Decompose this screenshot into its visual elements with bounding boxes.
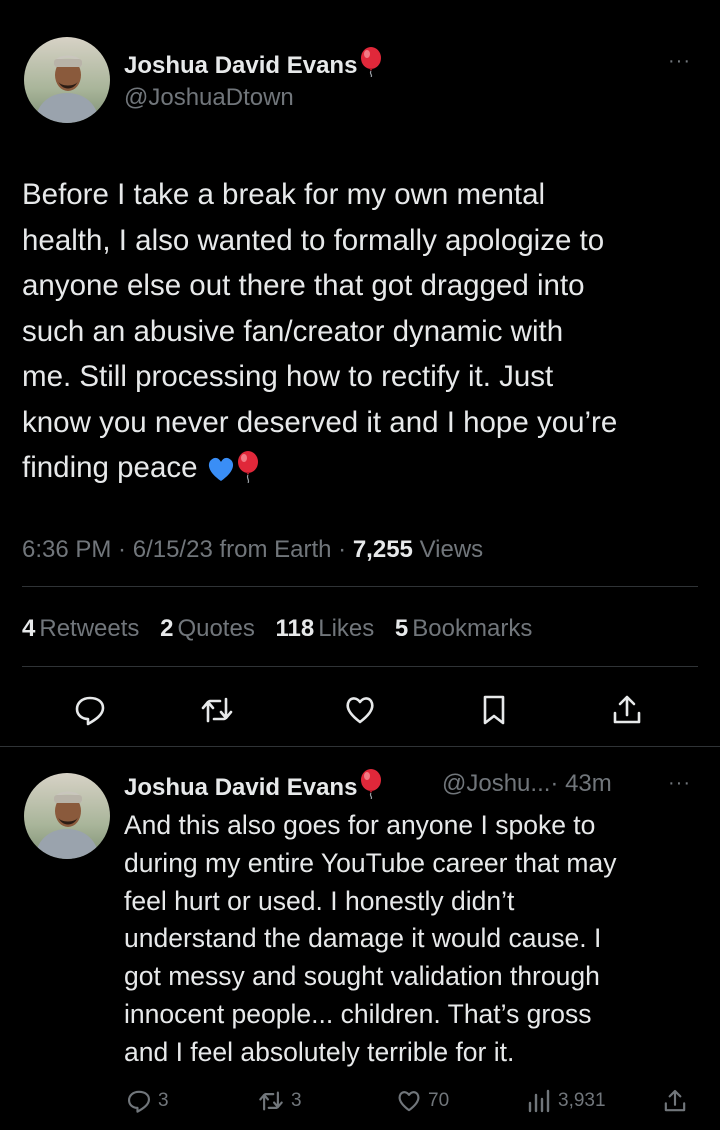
retweets-stat[interactable]: 4 Retweets bbox=[22, 615, 139, 642]
author-name[interactable]: Joshua David Evans bbox=[124, 47, 383, 84]
quotes-stat[interactable]: 2 Quotes bbox=[160, 615, 255, 642]
tweet-date[interactable]: 6/15/23 bbox=[133, 536, 213, 563]
views-label: Views bbox=[419, 536, 484, 563]
author-avatar[interactable] bbox=[24, 37, 110, 123]
share-icon bbox=[610, 693, 644, 727]
reply-author-name[interactable]: Joshua David Evans bbox=[124, 769, 383, 806]
views-count: 7,255 bbox=[352, 536, 413, 563]
views-count: 3,931 bbox=[558, 1090, 606, 1111]
divider bbox=[0, 746, 720, 747]
reply-count: 3 bbox=[158, 1090, 169, 1111]
likes-stat[interactable]: 118 Likes bbox=[276, 615, 375, 642]
retweet-icon bbox=[200, 693, 234, 727]
like-icon bbox=[343, 693, 377, 727]
divider bbox=[22, 586, 698, 587]
like-button[interactable]: 70 bbox=[396, 1086, 449, 1116]
blue-heart-emoji-icon bbox=[206, 451, 236, 497]
divider bbox=[22, 666, 698, 667]
more-options-button[interactable]: ··· bbox=[668, 50, 691, 73]
author-handle[interactable]: @JoshuaDtown bbox=[124, 84, 294, 112]
more-options-button[interactable]: ··· bbox=[668, 772, 691, 795]
share-icon bbox=[662, 1088, 694, 1114]
balloon-emoji-icon bbox=[236, 451, 260, 497]
retweet-button[interactable]: 3 bbox=[257, 1086, 302, 1116]
reply-text: And this also goes for anyone I spoke to… bbox=[124, 810, 617, 1067]
reply-tweet[interactable]: Joshua David Evans @Joshu...· 43m ··· An… bbox=[0, 748, 720, 1130]
tweet-text: Before I take a break for my own mental … bbox=[22, 172, 712, 497]
bookmark-button[interactable] bbox=[477, 693, 511, 727]
share-button[interactable] bbox=[610, 693, 644, 727]
reply-button[interactable]: 3 bbox=[126, 1086, 169, 1116]
retweet-button[interactable] bbox=[200, 693, 234, 727]
balloon-emoji-icon bbox=[359, 47, 383, 84]
like-count: 70 bbox=[428, 1090, 450, 1111]
tweet-stats: 4 Retweets 2 Quotes 118 Likes 5 Bookmarks bbox=[22, 615, 546, 643]
retweet-icon bbox=[257, 1088, 291, 1114]
tweet-source: from Earth bbox=[219, 536, 332, 563]
reply-button[interactable] bbox=[73, 693, 107, 727]
bookmarks-stat[interactable]: 5 Bookmarks bbox=[395, 615, 532, 642]
tweet-time[interactable]: 6:36 PM bbox=[22, 536, 111, 563]
reply-icon bbox=[126, 1088, 158, 1114]
main-tweet: Joshua David Evans @JoshuaDtown ··· Befo… bbox=[0, 0, 720, 748]
like-icon bbox=[396, 1088, 428, 1114]
tweet-meta: 6:36 PM · 6/15/23 from Earth · 7,255 Vie… bbox=[22, 536, 484, 563]
reply-icon bbox=[73, 693, 107, 727]
bookmark-icon bbox=[477, 693, 511, 727]
reply-author-avatar[interactable] bbox=[24, 773, 110, 859]
tweet-body: Before I take a break for my own mental … bbox=[22, 178, 618, 484]
reply-handle-time[interactable]: @Joshu...· 43m bbox=[442, 770, 612, 798]
like-button[interactable] bbox=[343, 693, 377, 727]
views-button[interactable]: 3,931 bbox=[526, 1086, 606, 1116]
analytics-icon bbox=[526, 1089, 558, 1113]
retweet-count: 3 bbox=[291, 1090, 302, 1111]
balloon-emoji-icon bbox=[359, 769, 383, 806]
share-button[interactable] bbox=[662, 1086, 694, 1116]
